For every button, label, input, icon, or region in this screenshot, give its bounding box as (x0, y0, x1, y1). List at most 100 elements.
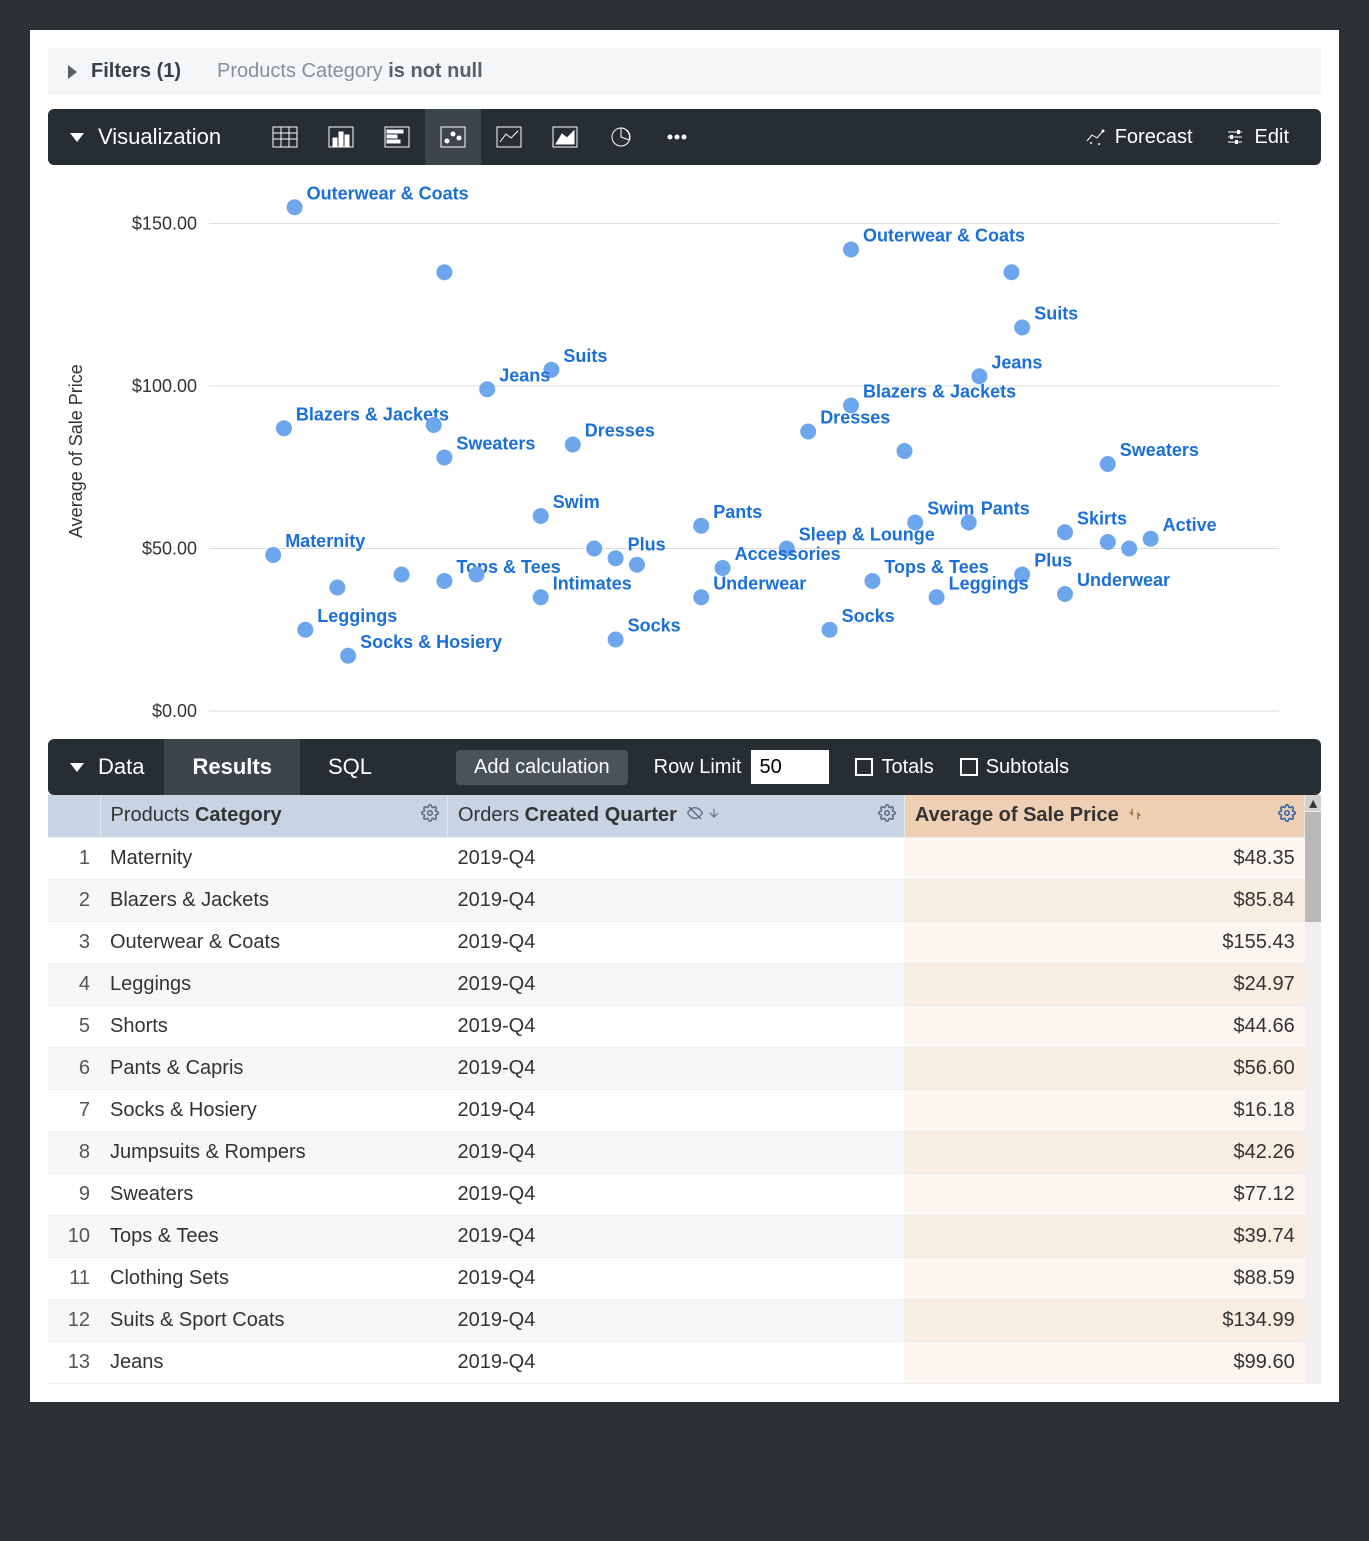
table-row[interactable]: 8Jumpsuits & Rompers2019-Q4$42.26 (48, 1131, 1305, 1173)
point-label: Dresses (585, 421, 655, 441)
area-chart-icon[interactable] (537, 109, 593, 165)
add-calculation-button[interactable]: Add calculation (456, 750, 628, 785)
scatter-point[interactable] (533, 508, 549, 524)
scatter-point[interactable] (929, 589, 945, 605)
column-header-avg-sale-price[interactable]: Average of Sale Price (904, 795, 1304, 837)
scatter-point[interactable] (394, 567, 410, 583)
scatter-point[interactable] (1057, 586, 1073, 602)
subtotals-checkbox[interactable]: Subtotals (960, 756, 1069, 779)
cell-quarter: 2019-Q4 (447, 879, 904, 921)
column-header-category[interactable]: Products Category (100, 795, 447, 837)
scatter-point[interactable] (1100, 534, 1116, 550)
point-label: Pants (713, 502, 762, 522)
gear-icon[interactable] (421, 804, 439, 828)
svg-text:$150.00: $150.00 (132, 214, 197, 234)
table-row[interactable]: 5Shorts2019-Q4$44.66 (48, 1005, 1305, 1047)
scatter-point[interactable] (864, 573, 880, 589)
point-label: Sweaters (456, 434, 535, 454)
row-index: 12 (48, 1299, 100, 1341)
table-row[interactable]: 13Jeans2019-Q4$99.60 (48, 1341, 1305, 1383)
scatter-point[interactable] (1100, 456, 1116, 472)
cell-quarter: 2019-Q4 (447, 1341, 904, 1383)
tab-results[interactable]: Results (164, 739, 299, 795)
scatter-point[interactable] (469, 567, 485, 583)
scatter-point[interactable] (265, 547, 281, 563)
table-row[interactable]: 1Maternity2019-Q4$48.35 (48, 837, 1305, 879)
scatter-point[interactable] (297, 622, 313, 638)
table-row[interactable]: 11Clothing Sets2019-Q4$88.59 (48, 1257, 1305, 1299)
cell-avg-price: $88.59 (904, 1257, 1304, 1299)
scatter-point[interactable] (565, 437, 581, 453)
cell-category: Clothing Sets (100, 1257, 447, 1299)
totals-checkbox[interactable]: Totals (855, 756, 933, 779)
scatter-point[interactable] (426, 417, 442, 433)
caret-down-icon[interactable] (70, 763, 84, 772)
y-axis-label: Average of Sale Price (62, 171, 91, 731)
row-limit-input[interactable] (751, 750, 829, 784)
scatter-point[interactable] (1121, 541, 1137, 557)
pivot-icon (1128, 807, 1142, 821)
scatter-point[interactable] (800, 424, 816, 440)
point-label: Jeans (991, 352, 1042, 372)
table-row[interactable]: 9Sweaters2019-Q4$77.12 (48, 1173, 1305, 1215)
filters-bar[interactable]: Filters (1) Products Category is not nul… (48, 48, 1321, 95)
scatter-point[interactable] (1004, 264, 1020, 280)
gear-icon[interactable] (1278, 804, 1296, 828)
table-row[interactable]: 12Suits & Sport Coats2019-Q4$134.99 (48, 1299, 1305, 1341)
row-index: 1 (48, 837, 100, 879)
scatter-point[interactable] (340, 648, 356, 664)
column-chart-icon[interactable] (313, 109, 369, 165)
data-header: Data Results SQL Add calculation Row Lim… (48, 739, 1321, 795)
scatter-point[interactable] (436, 573, 452, 589)
scatter-point[interactable] (843, 242, 859, 258)
bar-chart-icon[interactable] (369, 109, 425, 165)
scatter-point[interactable] (1143, 531, 1159, 547)
scatter-point[interactable] (961, 515, 977, 531)
scatter-point[interactable] (436, 264, 452, 280)
scatter-point[interactable] (693, 518, 709, 534)
scatter-point[interactable] (533, 589, 549, 605)
table-row[interactable]: 10Tops & Tees2019-Q4$39.74 (48, 1215, 1305, 1257)
scrollbar[interactable]: ▴ (1305, 795, 1321, 1384)
scatter-point[interactable] (822, 622, 838, 638)
pie-chart-icon[interactable] (593, 109, 649, 165)
scatter-point[interactable] (897, 443, 913, 459)
line-chart-icon[interactable] (481, 109, 537, 165)
more-chart-types-icon[interactable] (649, 109, 705, 165)
point-label: Sweaters (1120, 440, 1199, 460)
forecast-button[interactable]: Forecast (1085, 126, 1193, 149)
scatter-point[interactable] (287, 199, 303, 215)
caret-down-icon[interactable] (70, 133, 84, 142)
tab-sql[interactable]: SQL (300, 739, 400, 795)
table-row[interactable]: 7Socks & Hosiery2019-Q4$16.18 (48, 1089, 1305, 1131)
scatter-chart[interactable]: $0.00$50.00$100.00$150.00 Outerwear & Co… (91, 171, 1307, 731)
scatter-point[interactable] (436, 450, 452, 466)
cell-category: Jumpsuits & Rompers (100, 1131, 447, 1173)
scatter-chart-icon[interactable] (425, 109, 481, 165)
table-chart-icon[interactable] (257, 109, 313, 165)
table-row[interactable]: 6Pants & Capris2019-Q4$56.60 (48, 1047, 1305, 1089)
scatter-point[interactable] (329, 580, 345, 596)
scatter-point[interactable] (629, 557, 645, 573)
visualization-title: Visualization (98, 124, 221, 150)
edit-button[interactable]: Edit (1225, 126, 1289, 149)
table-row[interactable]: 3Outerwear & Coats2019-Q4$155.43 (48, 921, 1305, 963)
table-row[interactable]: 2Blazers & Jackets2019-Q4$85.84 (48, 879, 1305, 921)
scatter-point[interactable] (693, 589, 709, 605)
scatter-point[interactable] (479, 381, 495, 397)
point-label: Leggings (317, 606, 397, 626)
gear-icon[interactable] (878, 804, 896, 828)
scatter-point[interactable] (1057, 524, 1073, 540)
scatter-point[interactable] (608, 550, 624, 566)
scatter-point[interactable] (608, 632, 624, 648)
table-row[interactable]: 4Leggings2019-Q4$24.97 (48, 963, 1305, 1005)
column-header-quarter[interactable]: Orders Created Quarter (447, 795, 904, 837)
scrollbar-thumb[interactable] (1305, 812, 1321, 922)
cell-avg-price: $85.84 (904, 879, 1304, 921)
scatter-point[interactable] (276, 420, 292, 436)
scatter-point[interactable] (1014, 320, 1030, 336)
point-label: Underwear (713, 573, 806, 593)
scroll-up-icon[interactable]: ▴ (1305, 795, 1321, 811)
scatter-point[interactable] (586, 541, 602, 557)
results-table: Products Category Orders Created Quarter (48, 795, 1305, 1384)
